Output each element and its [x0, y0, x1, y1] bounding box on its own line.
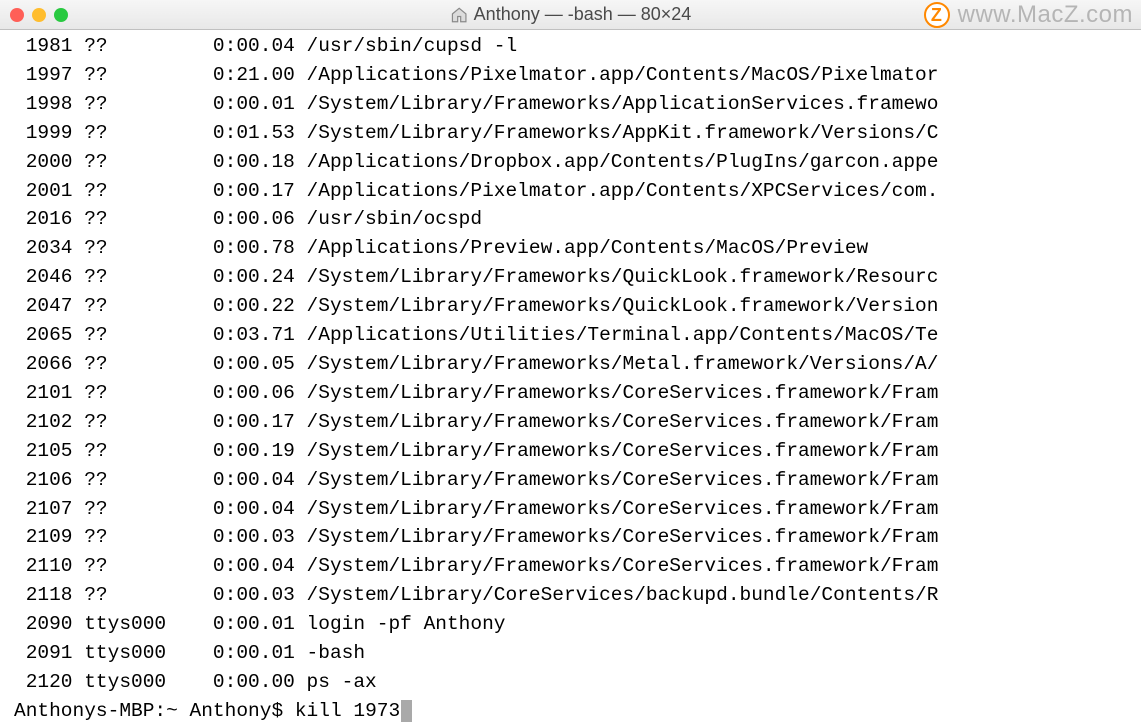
watermark-text: www.MacZ.com [958, 1, 1133, 29]
process-row: 2110 ?? 0:00.04 /System/Library/Framewor… [0, 552, 1141, 581]
process-row: 2034 ?? 0:00.78 /Applications/Preview.ap… [0, 234, 1141, 263]
window-titlebar: Anthony — -bash — 80×24 Z www.MacZ.com [0, 0, 1141, 30]
process-row: 2090 ttys000 0:00.01 login -pf Anthony [0, 610, 1141, 639]
home-icon [450, 6, 468, 24]
process-row: 2101 ?? 0:00.06 /System/Library/Framewor… [0, 379, 1141, 408]
process-row: 2102 ?? 0:00.17 /System/Library/Framewor… [0, 408, 1141, 437]
process-row: 2118 ?? 0:00.03 /System/Library/CoreServ… [0, 581, 1141, 610]
process-row: 2091 ttys000 0:00.01 -bash [0, 639, 1141, 668]
process-row: 2047 ?? 0:00.22 /System/Library/Framewor… [0, 292, 1141, 321]
process-row: 2120 ttys000 0:00.00 ps -ax [0, 668, 1141, 697]
process-row: 2066 ?? 0:00.05 /System/Library/Framewor… [0, 350, 1141, 379]
shell-prompt: Anthonys-MBP:~ Anthony$ [14, 700, 295, 722]
prompt-line[interactable]: Anthonys-MBP:~ Anthony$ kill 1973 [0, 697, 1141, 726]
close-button[interactable] [10, 8, 24, 22]
process-row: 2109 ?? 0:00.03 /System/Library/Framewor… [0, 523, 1141, 552]
watermark-logo-icon: Z [924, 2, 950, 28]
terminal-output[interactable]: 1981 ?? 0:00.04 /usr/sbin/cupsd -l 1997 … [0, 30, 1141, 727]
cursor [401, 700, 412, 722]
process-row: 1998 ?? 0:00.01 /System/Library/Framewor… [0, 90, 1141, 119]
process-row: 2000 ?? 0:00.18 /Applications/Dropbox.ap… [0, 148, 1141, 177]
process-row: 2105 ?? 0:00.19 /System/Library/Framewor… [0, 437, 1141, 466]
process-row: 2016 ?? 0:00.06 /usr/sbin/ocspd [0, 205, 1141, 234]
window-title-text: Anthony — -bash — 80×24 [474, 4, 692, 25]
process-row: 2065 ?? 0:03.71 /Applications/Utilities/… [0, 321, 1141, 350]
process-row: 1981 ?? 0:00.04 /usr/sbin/cupsd -l [0, 32, 1141, 61]
minimize-button[interactable] [32, 8, 46, 22]
process-row: 2001 ?? 0:00.17 /Applications/Pixelmator… [0, 177, 1141, 206]
typed-command: kill 1973 [295, 700, 400, 722]
process-row: 1997 ?? 0:21.00 /Applications/Pixelmator… [0, 61, 1141, 90]
process-row: 2107 ?? 0:00.04 /System/Library/Framewor… [0, 495, 1141, 524]
maximize-button[interactable] [54, 8, 68, 22]
window-title: Anthony — -bash — 80×24 [450, 4, 692, 25]
process-row: 1999 ?? 0:01.53 /System/Library/Framewor… [0, 119, 1141, 148]
traffic-lights [10, 8, 68, 22]
process-row: 2106 ?? 0:00.04 /System/Library/Framewor… [0, 466, 1141, 495]
process-row: 2046 ?? 0:00.24 /System/Library/Framewor… [0, 263, 1141, 292]
watermark: Z www.MacZ.com [924, 1, 1133, 29]
